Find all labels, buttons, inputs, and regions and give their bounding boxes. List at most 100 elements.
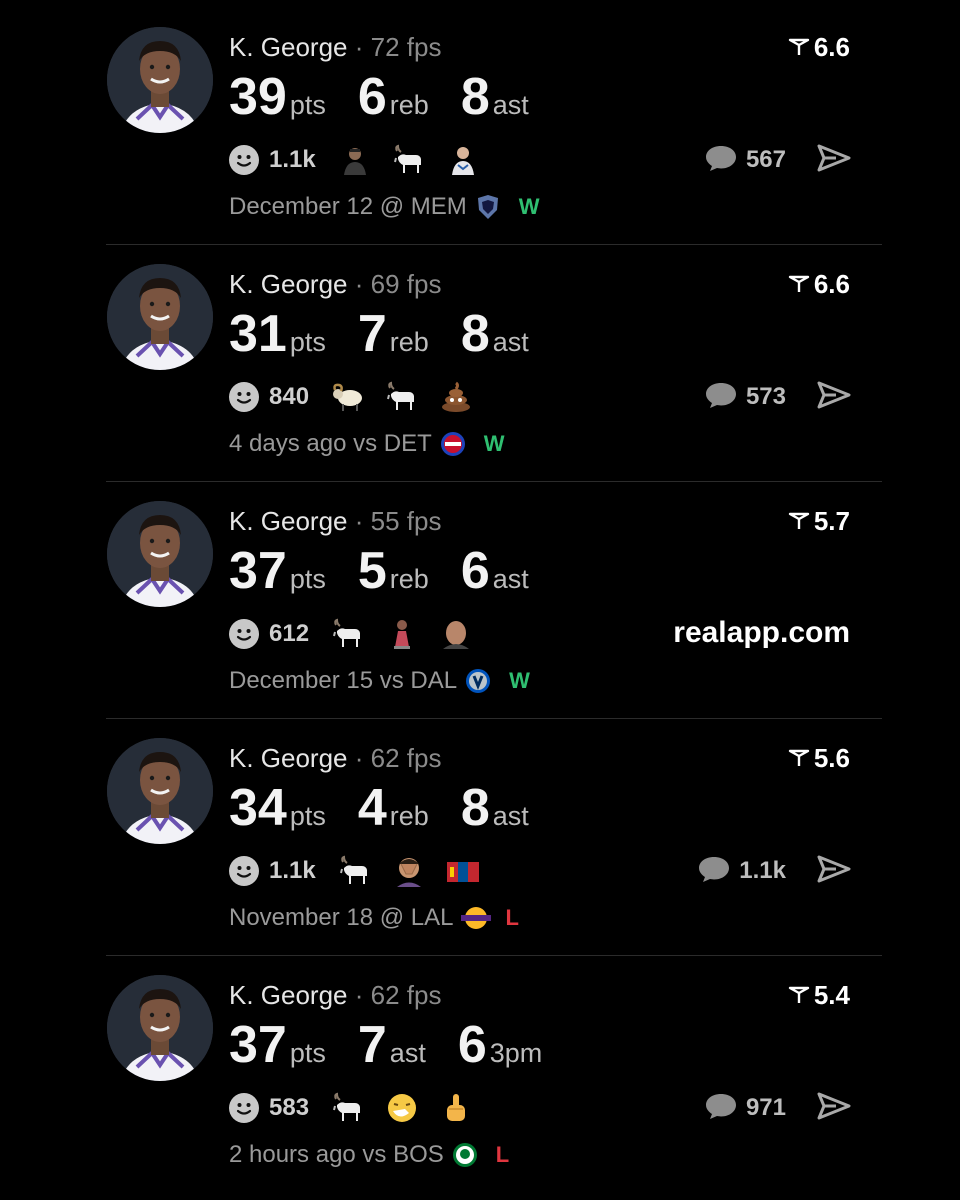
reactions-bar[interactable]: 583	[229, 1088, 493, 1128]
fps-count: 62 fps	[370, 980, 442, 1010]
comment-icon[interactable]	[704, 143, 738, 178]
reaction-count: 1.1k	[269, 857, 316, 884]
vote-icon	[788, 743, 810, 766]
goat-icon[interactable]	[331, 1091, 365, 1125]
player-avatar[interactable]	[107, 27, 213, 133]
poop-icon[interactable]	[439, 380, 473, 414]
vote-icon	[788, 506, 810, 529]
smiley-icon[interactable]	[229, 856, 259, 886]
send-icon[interactable]	[816, 143, 852, 178]
stat-value: 5	[357, 542, 387, 600]
goat-icon[interactable]	[338, 854, 372, 888]
game-info: November 18 @ LAL L	[229, 901, 519, 935]
player-name[interactable]: K. George	[229, 980, 348, 1010]
stat-line: 37 pts 5 reb 6 ast	[229, 536, 561, 606]
middle-finger-icon[interactable]	[439, 1091, 473, 1125]
player-name[interactable]: K. George	[229, 743, 348, 773]
stat-unit: reb	[389, 564, 429, 594]
separator: ·	[354, 506, 364, 536]
post-card[interactable]: K. George · 72 fps 6.6 39 pts 6 reb 8 ast 1.1…	[0, 0, 960, 237]
separator: ·	[354, 743, 364, 773]
ram-icon[interactable]	[331, 380, 365, 414]
reactions-bar[interactable]: 1.1k	[229, 851, 500, 891]
smiley-icon[interactable]	[229, 619, 259, 649]
comment-icon[interactable]	[704, 380, 738, 415]
goat-icon[interactable]	[385, 380, 419, 414]
post-header: K. George · 62 fps	[229, 741, 441, 775]
send-icon[interactable]	[816, 1091, 852, 1126]
stat-line: 34 pts 4 reb 8 ast	[229, 773, 561, 843]
stat-value: 8	[460, 305, 490, 363]
player-name[interactable]: K. George	[229, 269, 348, 299]
facepalm-icon[interactable]	[392, 854, 426, 888]
comment-icon[interactable]	[697, 854, 731, 889]
reaction-count: 612	[269, 620, 310, 647]
face-icon[interactable]	[439, 617, 473, 651]
trophy-figure-icon[interactable]	[385, 617, 419, 651]
fps-count: 72 fps	[370, 32, 442, 62]
vote-score[interactable]: 6.6	[788, 267, 850, 301]
reactions-bar[interactable]: 840	[229, 377, 493, 417]
stat-value: 6	[460, 542, 490, 600]
watermark: realapp.com	[673, 616, 850, 649]
vote-score[interactable]: 6.6	[788, 30, 850, 64]
post-card[interactable]: K. George · 69 fps 6.6 31 pts 7 reb 8 ast 840	[0, 237, 960, 474]
send-icon[interactable]	[816, 380, 852, 415]
stat-line: 31 pts 7 reb 8 ast	[229, 299, 561, 369]
player-avatar[interactable]	[107, 264, 213, 370]
game-result: W	[518, 194, 540, 219]
player-avatar[interactable]	[107, 501, 213, 607]
mavericks-logo-icon	[465, 668, 491, 694]
pistons-logo-icon	[440, 431, 466, 457]
post-card[interactable]: K. George · 55 fps 5.7 37 pts 5 reb 6 ast 612…	[0, 474, 960, 711]
vote-score[interactable]: 5.6	[788, 741, 850, 775]
reactions-bar[interactable]: 1.1k	[229, 140, 500, 180]
stat-unit: ast	[492, 801, 529, 831]
game-result: L	[495, 1142, 510, 1167]
post-actions: 567	[704, 140, 852, 180]
comment-count[interactable]: 971	[746, 1094, 786, 1122]
smiley-icon[interactable]	[229, 382, 259, 412]
mongolia-flag-icon[interactable]	[446, 854, 480, 888]
stat-value: 7	[357, 1016, 387, 1074]
person-icon[interactable]	[338, 143, 372, 177]
comment-icon[interactable]	[704, 1091, 738, 1126]
comment-count[interactable]: 1.1k	[739, 857, 786, 885]
game-info: 2 hours ago vs BOS L	[229, 1138, 509, 1172]
stat-unit: pts	[289, 1038, 326, 1068]
game-info: December 12 @ MEM W	[229, 190, 540, 224]
reactions-bar[interactable]: 612	[229, 614, 493, 654]
player-avatar[interactable]	[107, 975, 213, 1081]
player-name[interactable]: K. George	[229, 32, 348, 62]
stat-line: 39 pts 6 reb 8 ast	[229, 62, 561, 132]
player-name[interactable]: K. George	[229, 506, 348, 536]
comment-count[interactable]: 573	[746, 383, 786, 411]
separator: ·	[354, 980, 364, 1010]
stat-value: 7	[357, 305, 387, 363]
send-icon[interactable]	[816, 854, 852, 889]
sneezing-face-icon[interactable]	[385, 1091, 419, 1125]
post-actions: 971	[704, 1088, 852, 1128]
post-card[interactable]: K. George · 62 fps 5.6 34 pts 4 reb 8 ast 1.1…	[0, 711, 960, 948]
stat-unit: ast	[492, 327, 529, 357]
player-avatar[interactable]	[107, 738, 213, 844]
vote-score[interactable]: 5.4	[788, 978, 850, 1012]
stat-unit: ast	[389, 1038, 426, 1068]
post-header: K. George · 72 fps	[229, 30, 441, 64]
vote-score[interactable]: 5.7	[788, 504, 850, 538]
goat-icon[interactable]	[392, 143, 426, 177]
stat-unit: pts	[289, 90, 326, 120]
stat-value: 37	[229, 542, 287, 600]
smiley-icon[interactable]	[229, 145, 259, 175]
score-value: 6.6	[813, 32, 850, 62]
post-card[interactable]: K. George · 62 fps 5.4 37 pts 7 ast 6 3pm 583	[0, 948, 960, 1185]
stat-value: 37	[229, 1016, 287, 1074]
comment-count[interactable]: 567	[746, 146, 786, 174]
score-value: 5.6	[813, 743, 850, 773]
player-icon[interactable]	[446, 143, 480, 177]
smiley-icon[interactable]	[229, 1093, 259, 1123]
goat-icon[interactable]	[331, 617, 365, 651]
stat-unit: pts	[289, 564, 326, 594]
game-date: 4 days ago vs DET	[229, 430, 432, 457]
game-result: L	[505, 905, 519, 930]
